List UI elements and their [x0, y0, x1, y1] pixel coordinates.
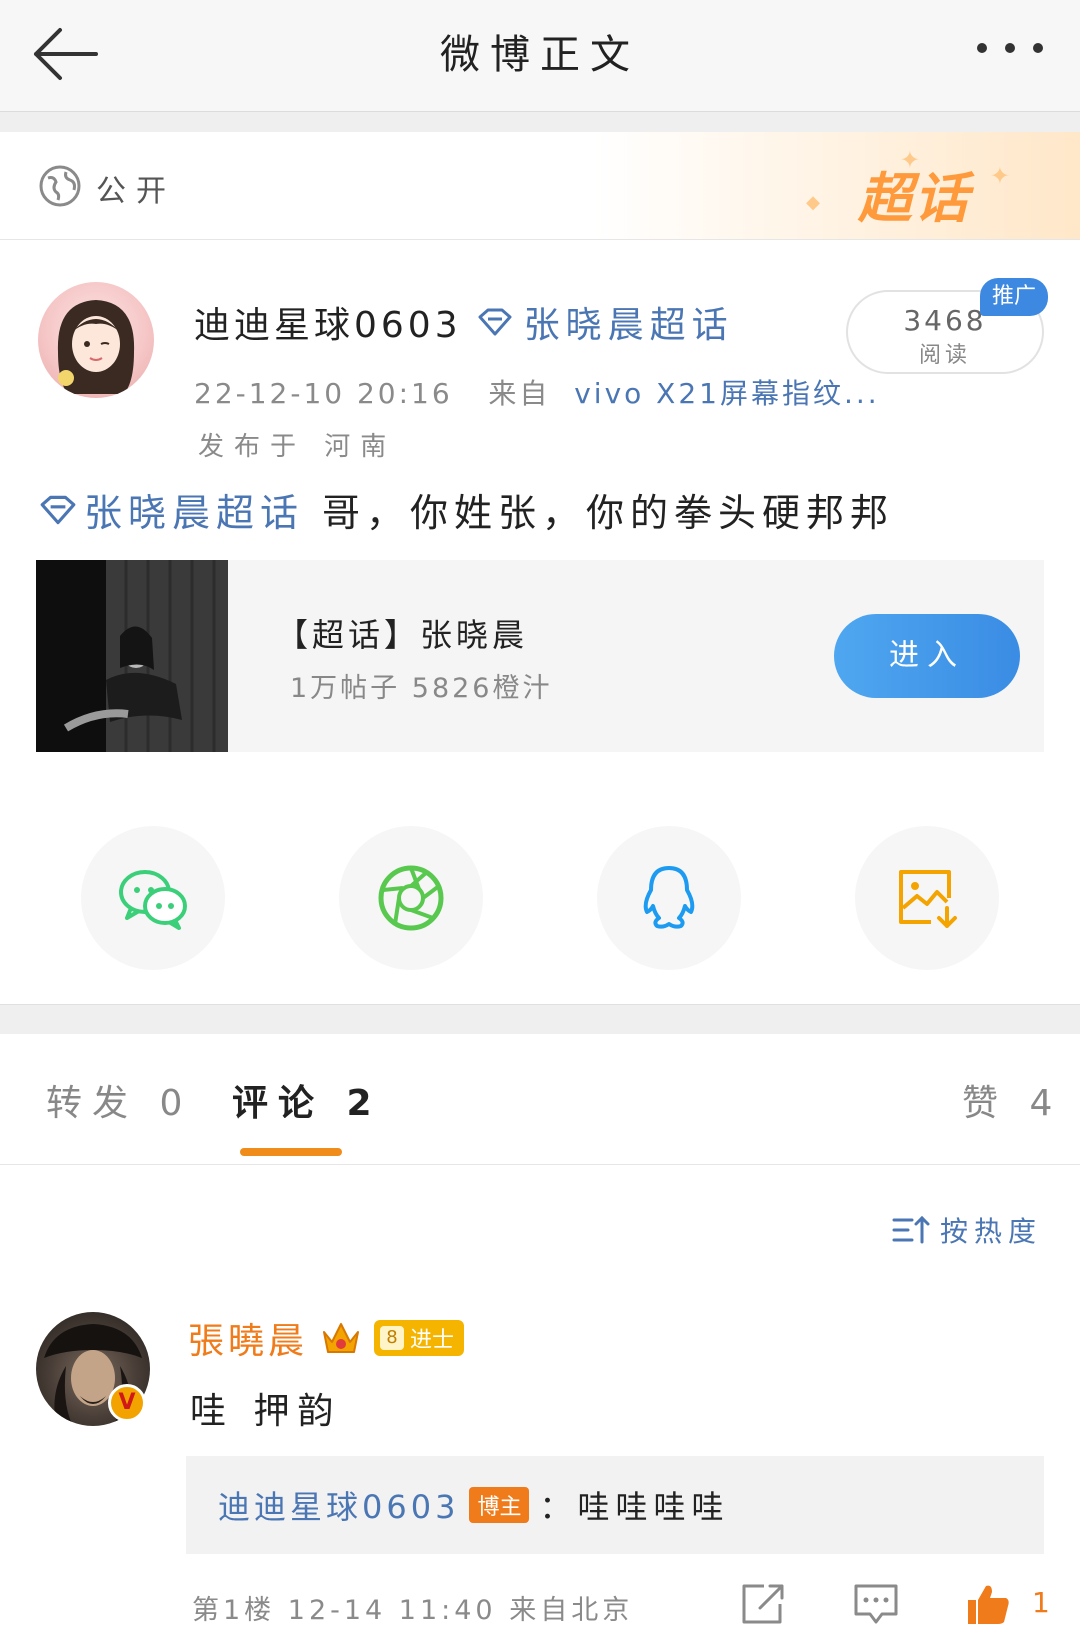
share-qq-button[interactable]	[597, 826, 741, 970]
tab-likes[interactable]: 赞 4	[962, 1074, 1062, 1126]
sparkle-icon: ✦	[989, 162, 1010, 190]
save-image-icon	[899, 870, 957, 928]
source-prefix: 来自	[488, 377, 551, 410]
read-label: 阅读	[918, 343, 971, 368]
section-gap	[0, 112, 1080, 132]
sort-icon	[892, 1215, 930, 1244]
wechat-icon	[119, 870, 187, 930]
level-number: 8	[380, 1326, 405, 1350]
share-icon[interactable]	[738, 1582, 786, 1626]
topic-card-stats: 1万帖子 5826橙汁	[290, 673, 553, 704]
top-bar: 微博正文	[0, 0, 1080, 112]
chaohua-logo[interactable]: 超话	[858, 154, 970, 233]
tab-repost[interactable]: 转发 0	[46, 1074, 192, 1126]
commenter-name[interactable]: 張曉晨	[188, 1312, 308, 1364]
username[interactable]: 迪迪星球0603	[194, 296, 462, 348]
qq-icon	[643, 866, 695, 929]
share-moments-button[interactable]	[339, 826, 483, 970]
post-location: 发布于 河南	[198, 432, 397, 462]
post-author-row: 迪迪星球0603 张晓晨超话	[194, 296, 734, 348]
diamond-icon	[478, 308, 512, 336]
sparkle-icon: ◆	[806, 192, 820, 213]
more-options-icon[interactable]	[972, 40, 1052, 56]
reply-text: ：哇哇哇哇	[539, 1488, 730, 1526]
save-image-button[interactable]	[855, 826, 999, 970]
sort-control[interactable]: 按热度	[892, 1210, 1042, 1250]
visibility-label: 公开	[96, 174, 176, 209]
like-count: 1	[1032, 1586, 1050, 1619]
topic-card[interactable]: 【超话】张晓晨 1万帖子 5826橙汁 进入	[36, 560, 1044, 752]
enter-button[interactable]: 进入	[834, 614, 1020, 698]
like-icon[interactable]	[964, 1582, 1012, 1626]
reply-preview[interactable]: 迪迪星球0603 博主 ：哇哇哇哇	[186, 1456, 1044, 1554]
sort-label: 按热度	[939, 1215, 1042, 1248]
author-badge: 博主	[469, 1487, 530, 1523]
globe-icon	[39, 165, 81, 207]
level-title: 进士	[410, 1328, 455, 1353]
verified-badge: V	[108, 1384, 146, 1422]
post-meta: 22-12-10 20:16 来自 vivo X21屏幕指纹...	[194, 372, 880, 412]
topic-card-title: 【超话】张晓晨	[276, 616, 529, 654]
comment-meta: 第1楼 12-14 11:40 来自北京	[192, 1595, 634, 1626]
promo-tag: 推广	[980, 278, 1049, 316]
active-tab-indicator	[240, 1148, 342, 1156]
reply-username[interactable]: 迪迪星球0603	[218, 1482, 459, 1528]
post-topic-link[interactable]: 张晓晨超话	[84, 482, 304, 537]
avatar[interactable]	[38, 282, 154, 398]
diamond-icon	[40, 495, 76, 524]
topic-card-image	[36, 560, 228, 752]
commenter-row: 張曉晨 8 进士	[188, 1312, 465, 1364]
moments-icon	[378, 865, 444, 931]
share-wechat-button[interactable]	[81, 826, 225, 970]
crown-icon	[323, 1323, 360, 1353]
tab-comments[interactable]: 评论 2	[232, 1074, 382, 1126]
comment-icon[interactable]	[852, 1582, 900, 1626]
visibility-bar: 公开 ✦ ✦ ◆ 超话	[0, 132, 1080, 240]
comment-text: 哇 押韵	[190, 1391, 342, 1432]
topic-link[interactable]: 张晓晨超话	[524, 296, 734, 348]
post-text: 哥，你姓张，你的拳头硬邦邦	[322, 491, 895, 535]
post-timestamp: 22-12-10 20:16	[194, 377, 453, 410]
section-gap	[0, 1004, 1080, 1034]
post-body: 张晓晨超话 哥，你姓张，你的拳头硬邦邦	[38, 482, 894, 537]
page-title: 微博正文	[440, 32, 640, 78]
level-badge: 8 进士	[374, 1320, 465, 1356]
divider	[0, 1164, 1080, 1165]
post-source[interactable]: vivo X21屏幕指纹...	[574, 377, 879, 410]
